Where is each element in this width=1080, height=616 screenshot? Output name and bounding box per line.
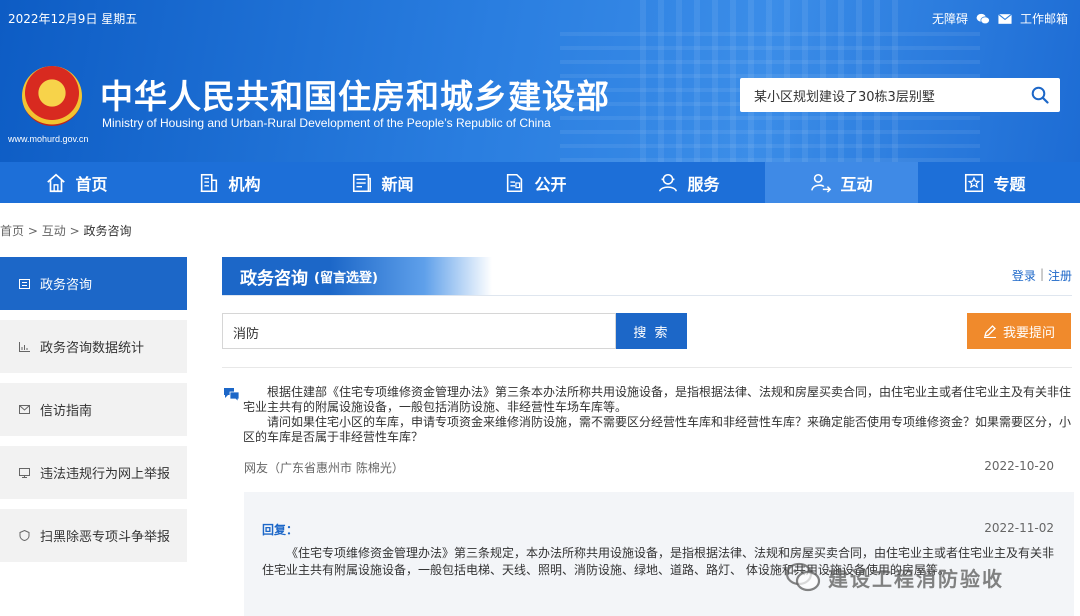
register-link[interactable]: 注册	[1048, 267, 1072, 284]
accessibility-link[interactable]: 无障碍	[932, 10, 968, 27]
nav-label: 机构	[228, 174, 261, 194]
home-icon	[47, 173, 66, 192]
site-header: 2022年12月9日 星期五 无障碍 工作邮箱 www.mohurd.gov.c…	[0, 0, 1080, 162]
sidebar-item-label: 信访指南	[40, 404, 93, 419]
nav-label: 专题	[993, 174, 1026, 194]
nav-item-news[interactable]: 新闻	[306, 162, 459, 203]
sidebar-item-label: 政务咨询数据统计	[40, 341, 145, 356]
asker-info: 网友（广东省惠州市 陈棉光）	[244, 461, 404, 475]
question-paragraph: 根据住建部《住宅专项维修资金管理办法》第三条本办法所称共用设施设备，是指根据法律…	[243, 385, 1072, 414]
login-link[interactable]: 登录	[1012, 267, 1036, 284]
national-emblem-logo[interactable]	[22, 66, 82, 126]
content-divider	[222, 367, 1072, 368]
sidebar-item-consultation[interactable]: 政务咨询	[0, 257, 187, 310]
section-divider	[222, 295, 1072, 296]
site-title[interactable]: 中华人民共和国住房和城乡建设部	[100, 70, 610, 118]
question-text: 根据住建部《住宅专项维修资金管理办法》第三条本办法所称共用设施设备，是指根据法律…	[243, 385, 1073, 445]
mail-icon[interactable]	[998, 13, 1012, 25]
question-date: 2022-10-20	[984, 459, 1054, 473]
nav-label: 服务	[687, 174, 720, 194]
topbar-links: 无障碍 工作邮箱	[932, 10, 1068, 27]
breadcrumb-sep: >	[27, 224, 38, 238]
sidebar-item-gang-report[interactable]: 扫黑除恶专项斗争举报	[0, 509, 187, 562]
reply-label: 回复：	[262, 523, 299, 537]
question-search-button[interactable]: 搜 索	[616, 313, 687, 349]
breadcrumb: 首页 > 互动 > 政务咨询	[0, 222, 131, 239]
nav-label: 首页	[75, 174, 108, 194]
building-icon	[201, 173, 218, 192]
question-paragraph: 请问如果住宅小区的车库，申请专项资金来维修消防设施，需不需要区分经营性车库和非经…	[243, 415, 1072, 444]
breadcrumb-sep: >	[69, 224, 80, 238]
work-mail-link[interactable]: 工作邮箱	[1020, 10, 1068, 27]
ask-question-button[interactable]: 我要提问	[967, 313, 1071, 349]
section-subtitle: (留言选登)	[314, 270, 378, 286]
service-person-icon	[659, 173, 678, 192]
nav-label: 新闻	[381, 174, 414, 194]
mail-icon	[18, 404, 30, 416]
ask-question-label: 我要提问	[1002, 325, 1055, 341]
nav-label: 互动	[840, 174, 873, 194]
breadcrumb-home[interactable]: 首页	[0, 224, 24, 238]
wechat-icon[interactable]	[976, 13, 990, 25]
wechat-watermark: 建设工程消防验收	[784, 558, 1004, 596]
auth-links: 登录 | 注册	[1012, 267, 1072, 284]
nav-item-home[interactable]: 首页	[0, 162, 153, 203]
watermark-text: 建设工程消防验收	[828, 566, 1004, 591]
interaction-icon	[811, 173, 832, 193]
nav-item-service[interactable]: 服务	[612, 162, 765, 203]
sidebar-item-petition-guide[interactable]: 信访指南	[0, 383, 187, 436]
sidebar-item-label: 违法违规行为网上举报	[40, 467, 171, 482]
reply-date: 2022-11-02	[984, 521, 1054, 535]
search-icon	[1031, 86, 1049, 104]
auth-separator: |	[1039, 267, 1044, 281]
section-title-bar: 政务咨询 (留言选登)	[222, 257, 492, 295]
list-icon	[18, 278, 30, 290]
site-search-input[interactable]: 某小区规划建设了30栋3层别墅	[740, 86, 1020, 105]
chart-icon	[18, 341, 30, 353]
question-search-input[interactable]: 消防	[222, 313, 616, 349]
site-subtitle: Ministry of Housing and Urban-Rural Deve…	[102, 116, 551, 130]
star-icon	[965, 173, 984, 192]
section-title: 政务咨询	[240, 268, 308, 289]
nav-item-topics[interactable]: 专题	[918, 162, 1071, 203]
sidebar-item-label: 政务咨询	[40, 278, 93, 293]
nav-item-org[interactable]: 机构	[153, 162, 306, 203]
breadcrumb-current: 政务咨询	[83, 224, 132, 238]
breadcrumb-interaction[interactable]: 互动	[42, 224, 66, 238]
news-icon	[353, 173, 372, 192]
nav-label: 公开	[534, 174, 567, 194]
nav-item-public[interactable]: 公开	[459, 162, 612, 203]
shield-icon	[18, 530, 30, 542]
sidebar-item-statistics[interactable]: 政务咨询数据统计	[0, 320, 187, 373]
monitor-icon	[18, 467, 30, 479]
site-url: www.mohurd.gov.cn	[8, 134, 89, 144]
chat-bubble-icon	[224, 388, 240, 402]
sidebar-item-violation-report[interactable]: 违法违规行为网上举报	[0, 446, 187, 499]
site-search[interactable]: 某小区规划建设了30栋3层别墅	[740, 78, 1060, 112]
document-icon	[507, 173, 523, 192]
sidebar: 政务咨询 政务咨询数据统计 信访指南 违法违规行为网上举报 扫黑除恶专项斗争举报	[0, 257, 187, 572]
pencil-icon	[983, 325, 996, 338]
date-text: 2022年12月9日 星期五	[8, 12, 138, 26]
sidebar-item-label: 扫黑除恶专项斗争举报	[40, 530, 171, 545]
search-button[interactable]	[1020, 78, 1060, 112]
wechat-logo-icon	[785, 562, 821, 592]
main-nav: 首页 机构 新闻 公开 服务 互动 专题	[0, 162, 1080, 203]
nav-item-interaction[interactable]: 互动	[765, 162, 918, 203]
